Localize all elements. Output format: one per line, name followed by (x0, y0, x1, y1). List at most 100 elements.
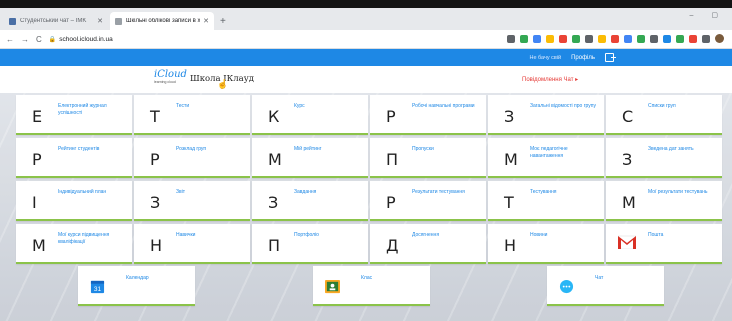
tile-label: Курс (294, 103, 305, 109)
app-tile[interactable]: С Списки груп (606, 95, 722, 135)
tile-label: Зведена дат занять (648, 146, 694, 152)
forward-icon[interactable]: → (21, 35, 29, 44)
app-tile[interactable]: М Мої результати тестувань (606, 181, 722, 221)
url-field[interactable]: 🔒 school.icloud.in.ua (49, 36, 113, 43)
tile-letter: З (622, 150, 633, 169)
app-tile[interactable]: Р Результати тестування (370, 181, 486, 221)
tile-label: Звіт (176, 189, 186, 195)
browser-profile-avatar[interactable] (715, 34, 724, 43)
browser-tab-chat[interactable]: Студентський чат – IMK ✕ (4, 12, 108, 30)
app-tile[interactable]: Р Рейтинг студентів (16, 138, 132, 178)
tile-letter: П (268, 236, 281, 255)
browser-extension-icon[interactable] (598, 34, 606, 43)
window-controls[interactable]: – ▢ (690, 11, 726, 19)
browser-extension-icon[interactable] (546, 34, 554, 43)
mouse-cursor-icon: ☝ (217, 79, 229, 89)
browser-extension-icon[interactable] (585, 34, 593, 43)
app-tile[interactable]: М Моє педагогічне навантаження (488, 138, 604, 178)
bottom-tile-calendar[interactable]: 31 Календар (78, 266, 195, 306)
back-icon[interactable]: ← (6, 35, 14, 44)
tile-label: Портфоліо (294, 232, 319, 238)
tile-label: Індивідуальний план (58, 189, 107, 195)
reload-icon[interactable]: C (36, 35, 42, 44)
browser-tab-school[interactable]: Шкільні облікові записи в хмарі ✕ (110, 12, 214, 30)
logout-icon[interactable] (605, 53, 616, 62)
tile-letter: І (32, 193, 37, 212)
app-tile[interactable]: І Індивідуальний план (16, 181, 132, 221)
app-tile[interactable]: К Курс (252, 95, 368, 135)
tile-letter: Т (504, 193, 514, 212)
tile-label: Моє педагогічне навантаження (530, 146, 568, 159)
tile-letter: Н (150, 236, 163, 255)
app-tile[interactable]: Т Тестування (488, 181, 604, 221)
browser-extension-icon[interactable] (533, 34, 541, 43)
app-tile[interactable]: М Мої курси підвищення кваліфікації (16, 224, 132, 264)
app-tile[interactable]: Пошта (606, 224, 722, 264)
tab-close-icon[interactable]: ✕ (203, 17, 209, 25)
browser-extension-icon[interactable] (559, 34, 567, 43)
app-tile[interactable]: Р Робочі навчальні програми (370, 95, 486, 135)
tab-favicon-icon (115, 17, 122, 25)
app-tile[interactable]: П Портфоліо (252, 224, 368, 264)
tab-close-icon[interactable]: ✕ (97, 17, 103, 25)
tile-label: Пошта (648, 232, 664, 238)
browser-extension-icon[interactable] (572, 34, 580, 43)
tile-letter: Р (386, 193, 396, 212)
help-link[interactable]: Не бачу свій (529, 55, 561, 61)
app-tile[interactable]: Н Новини (488, 224, 604, 264)
browser-extension-icon[interactable] (624, 34, 632, 43)
app-tile[interactable]: Н Навички (134, 224, 250, 264)
app-tile[interactable]: З Завдання (252, 181, 368, 221)
tile-letter: З (268, 193, 279, 212)
tile-label: Електронний журнал успішності (58, 103, 107, 116)
app-tile-grid: Е Електронний журнал успішності Т Тести К Кур… (16, 95, 724, 264)
tile-label: Клас (361, 275, 373, 281)
tile-letter: К (268, 107, 280, 126)
browser-extension-icon[interactable] (676, 34, 684, 43)
tile-label: Розклад груп (176, 146, 207, 152)
tile-label: Списки груп (648, 103, 676, 109)
app-tile[interactable]: М Мій рейтинг (252, 138, 368, 178)
tile-label: Досягнення (412, 232, 440, 238)
browser-extension-icon[interactable] (650, 34, 658, 43)
tile-label: Мої курси підвищення кваліфікації (58, 232, 110, 245)
tile-letter: М (622, 193, 636, 212)
browser-extension-icon[interactable] (611, 34, 619, 43)
app-tile[interactable]: Е Електронний журнал успішності (16, 95, 132, 135)
tile-label: Рейтинг студентів (58, 146, 100, 152)
site-header: iCloud learning cloud Школа ІКлауд ☝ Пов… (0, 66, 732, 93)
app-tile[interactable]: З Загальні відомості про групу (488, 95, 604, 135)
bottom-tile-classroom[interactable]: Клас (313, 266, 430, 306)
tile-label: Загальні відомості про групу (530, 103, 596, 109)
tab-favicon-icon (9, 17, 16, 25)
app-tile[interactable]: Т Тести (134, 95, 250, 135)
tile-label: Чат (595, 275, 604, 281)
browser-extension-icon[interactable] (702, 34, 710, 43)
gmail-icon (618, 235, 636, 249)
browser-extension-icon[interactable] (689, 34, 697, 43)
tile-label: Календар (126, 275, 149, 281)
url-text: school.icloud.in.ua (59, 35, 113, 43)
app-tile[interactable]: П Пропуски (370, 138, 486, 178)
logo-subtext: learning cloud (154, 80, 176, 84)
tile-letter: Т (150, 107, 160, 126)
app-tile[interactable]: З Звіт (134, 181, 250, 221)
site-logo[interactable]: iCloud learning cloud (154, 70, 190, 88)
tile-letter: Д (386, 236, 399, 255)
browser-extension-icon[interactable] (637, 34, 645, 43)
screen-top-strip (0, 0, 732, 8)
browser-extension-icon[interactable] (520, 34, 528, 43)
tile-label: Робочі навчальні програми (412, 103, 475, 109)
browser-extension-icon[interactable] (507, 34, 515, 43)
classroom-icon (325, 279, 340, 294)
app-tile[interactable]: З Зведена дат занять (606, 138, 722, 178)
tile-label: Тести (176, 103, 190, 109)
bottom-tile-chat[interactable]: Чат (547, 266, 664, 306)
messages-chat-link[interactable]: Повідомлення Чат ▸ (522, 76, 578, 83)
browser-extension-icon[interactable] (663, 34, 671, 43)
profile-link[interactable]: Профіль (571, 55, 595, 61)
new-tab-button[interactable]: + (220, 16, 226, 27)
app-tile[interactable]: Д Досягнення (370, 224, 486, 264)
tile-label: Новини (530, 232, 548, 238)
app-tile[interactable]: Р Розклад груп (134, 138, 250, 178)
